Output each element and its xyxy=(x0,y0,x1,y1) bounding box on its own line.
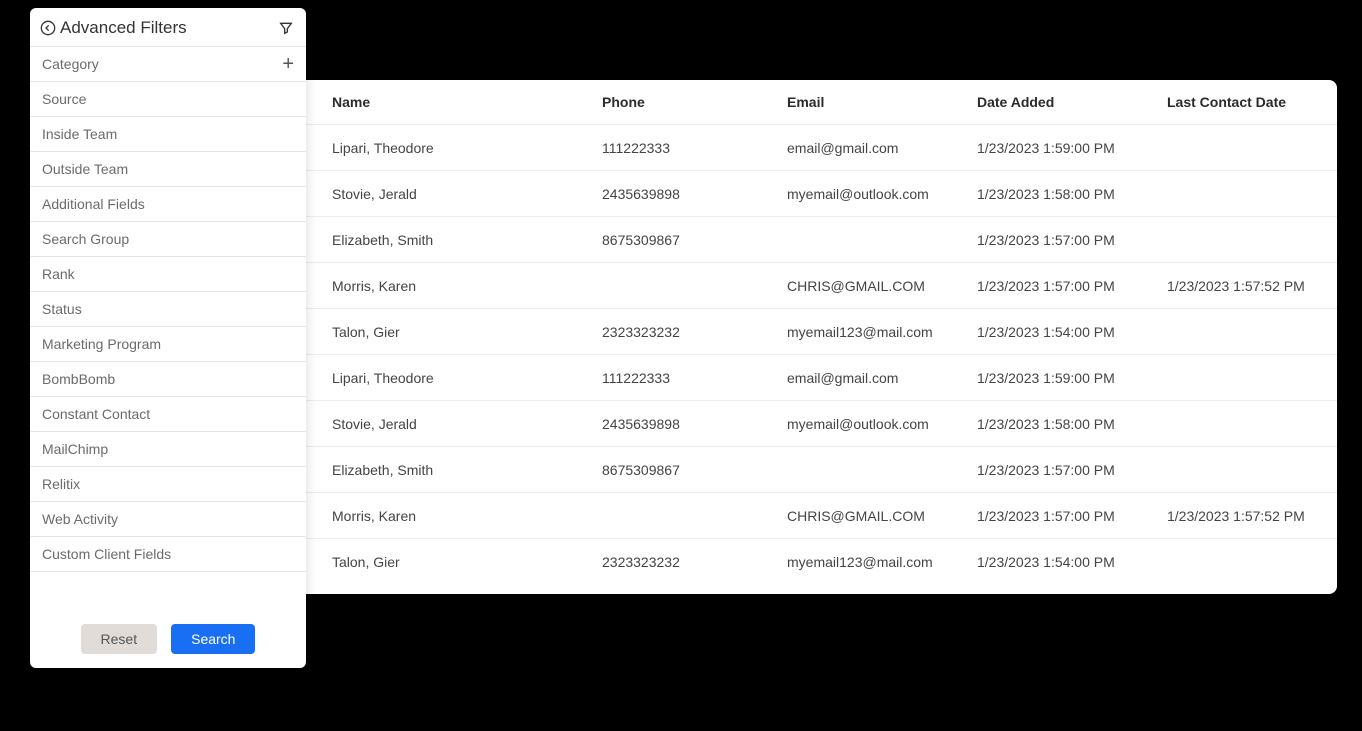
filter-row[interactable]: Marketing Program xyxy=(30,326,306,361)
table-row[interactable]: KMorris, KarenCHRIS@GMAIL.COM1/23/2023 1… xyxy=(252,492,1337,538)
chevron-left-circle-icon[interactable] xyxy=(40,20,56,36)
table-row[interactable]: KMorris, KarenCHRIS@GMAIL.COM1/23/2023 1… xyxy=(252,262,1337,308)
cell-phone: 2435639898 xyxy=(602,186,787,202)
cell-date-added: 1/23/2023 1:58:00 PM xyxy=(977,416,1167,432)
cell-name: Lipari, Theodore xyxy=(322,140,602,156)
filter-label: Constant Contact xyxy=(42,406,294,422)
cell-date-added: 1/23/2023 1:54:00 PM xyxy=(977,554,1167,570)
cell-phone: 111222333 xyxy=(602,140,787,156)
cell-phone: 2323323232 xyxy=(602,554,787,570)
cell-date-added: 1/23/2023 1:57:00 PM xyxy=(977,462,1167,478)
cell-date-added: 1/23/2023 1:59:00 PM xyxy=(977,140,1167,156)
cell-last-contact: 1/23/2023 1:57:52 PM xyxy=(1167,278,1321,294)
cell-last-contact: 1/23/2023 1:57:52 PM xyxy=(1167,508,1321,524)
col-phone[interactable]: Phone xyxy=(602,94,787,110)
cell-date-added: 1/23/2023 1:57:00 PM xyxy=(977,508,1167,524)
filter-row[interactable]: Rank xyxy=(30,256,306,291)
cell-phone: 111222333 xyxy=(602,370,787,386)
filter-label: Custom Client Fields xyxy=(42,546,294,562)
cell-date-added: 1/23/2023 1:58:00 PM xyxy=(977,186,1167,202)
filter-row[interactable]: Custom Client Fields xyxy=(30,536,306,572)
col-last-contact[interactable]: Last Contact Date xyxy=(1167,94,1321,110)
cell-name: Elizabeth, Smith xyxy=(322,462,602,478)
cell-phone: 8675309867 xyxy=(602,462,787,478)
cell-name: Elizabeth, Smith xyxy=(322,232,602,248)
cell-date-added: 1/23/2023 1:57:00 PM xyxy=(977,278,1167,294)
col-email[interactable]: Email xyxy=(787,94,977,110)
filter-label: Status xyxy=(42,301,294,317)
search-button[interactable]: Search xyxy=(171,624,255,654)
filter-label: Additional Fields xyxy=(42,196,294,212)
table-row[interactable]: GTalon, Gier2323323232myemail123@mail.co… xyxy=(252,538,1337,584)
filter-row[interactable]: Web Activity xyxy=(30,501,306,536)
filter-label: Relitix xyxy=(42,476,294,492)
cell-email: myemail@outlook.com xyxy=(787,416,977,432)
cell-email: email@gmail.com xyxy=(787,370,977,386)
cell-email: myemail@outlook.com xyxy=(787,186,977,202)
cell-date-added: 1/23/2023 1:59:00 PM xyxy=(977,370,1167,386)
plus-icon[interactable]: + xyxy=(282,57,294,71)
filter-row[interactable]: Additional Fields xyxy=(30,186,306,221)
sidebar-footer: Reset Search xyxy=(30,614,306,668)
filter-row[interactable]: Search Group xyxy=(30,221,306,256)
filter-row[interactable]: Status xyxy=(30,291,306,326)
table-row[interactable]: SElizabeth, Smith86753098671/23/2023 1:5… xyxy=(252,446,1337,492)
table-row[interactable]: JStovie, Jerald2435639898myemail@outlook… xyxy=(252,400,1337,446)
filter-row[interactable]: Category+ xyxy=(30,46,306,81)
table-header-row: Name Phone Email Date Added Last Contact… xyxy=(252,80,1337,124)
table-row[interactable]: TLipari, Theodore111222333email@gmail.co… xyxy=(252,124,1337,170)
cell-name: Stovie, Jerald xyxy=(322,416,602,432)
advanced-filters-panel: Advanced Filters Category+ Source Inside T… xyxy=(30,8,306,668)
filter-label: Category xyxy=(42,56,282,72)
cell-name: Lipari, Theodore xyxy=(322,370,602,386)
filter-label: Search Group xyxy=(42,231,294,247)
filter-label: Marketing Program xyxy=(42,336,294,352)
contacts-panel: Name Phone Email Date Added Last Contact… xyxy=(252,80,1337,594)
cell-name: Stovie, Jerald xyxy=(322,186,602,202)
cell-name: Talon, Gier xyxy=(322,554,602,570)
funnel-icon[interactable] xyxy=(278,20,294,36)
cell-date-added: 1/23/2023 1:57:00 PM xyxy=(977,232,1167,248)
table-row[interactable]: SElizabeth, Smith86753098671/23/2023 1:5… xyxy=(252,216,1337,262)
filter-label: Outside Team xyxy=(42,161,294,177)
col-date-added[interactable]: Date Added xyxy=(977,94,1167,110)
cell-email: myemail123@mail.com xyxy=(787,554,977,570)
sidebar-title: Advanced Filters xyxy=(60,18,278,38)
filter-label: Rank xyxy=(42,266,294,282)
sidebar-header: Advanced Filters xyxy=(30,8,306,46)
filter-row[interactable]: Relitix xyxy=(30,466,306,501)
table-row[interactable]: TLipari, Theodore111222333email@gmail.co… xyxy=(252,354,1337,400)
table-row[interactable]: GTalon, Gier2323323232myemail123@mail.co… xyxy=(252,308,1337,354)
filter-label: Inside Team xyxy=(42,126,294,142)
cell-email: CHRIS@GMAIL.COM xyxy=(787,278,977,294)
reset-button[interactable]: Reset xyxy=(81,624,158,654)
filter-row[interactable]: Source xyxy=(30,81,306,116)
cell-name: Morris, Karen xyxy=(322,508,602,524)
cell-phone: 2323323232 xyxy=(602,324,787,340)
cell-phone: 8675309867 xyxy=(602,232,787,248)
filter-label: Source xyxy=(42,91,294,107)
cell-email: CHRIS@GMAIL.COM xyxy=(787,508,977,524)
filter-label: Web Activity xyxy=(42,511,294,527)
filter-row[interactable]: MailChimp xyxy=(30,431,306,466)
cell-name: Morris, Karen xyxy=(322,278,602,294)
cell-date-added: 1/23/2023 1:54:00 PM xyxy=(977,324,1167,340)
cell-name: Talon, Gier xyxy=(322,324,602,340)
filter-row[interactable]: Outside Team xyxy=(30,151,306,186)
filter-row[interactable]: Constant Contact xyxy=(30,396,306,431)
filter-label: MailChimp xyxy=(42,441,294,457)
cell-email: myemail123@mail.com xyxy=(787,324,977,340)
cell-email: email@gmail.com xyxy=(787,140,977,156)
filter-row[interactable]: BombBomb xyxy=(30,361,306,396)
filter-label: BombBomb xyxy=(42,371,294,387)
cell-phone: 2435639898 xyxy=(602,416,787,432)
col-name[interactable]: Name xyxy=(322,94,602,110)
table-row[interactable]: JStovie, Jerald2435639898myemail@outlook… xyxy=(252,170,1337,216)
filter-row[interactable]: Inside Team xyxy=(30,116,306,151)
